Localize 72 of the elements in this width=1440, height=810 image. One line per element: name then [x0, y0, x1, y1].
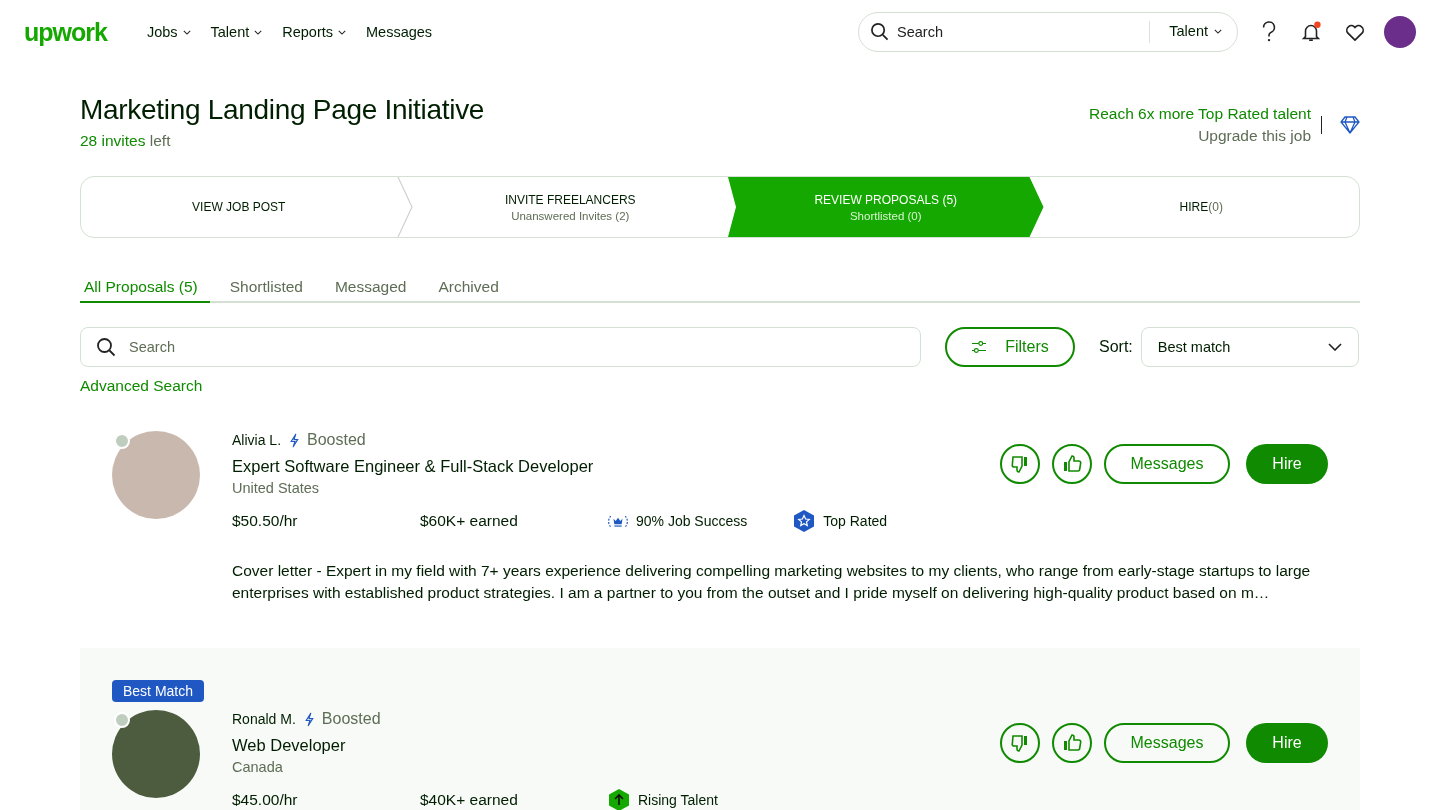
- tab[interactable]: All Proposals (5): [80, 274, 210, 303]
- diamond-icon: [1340, 116, 1360, 134]
- freelancer-title: Expert Software Engineer & Full-Stack Developer: [232, 457, 594, 476]
- thumbs-down-icon: [1010, 732, 1030, 753]
- sort-dropdown[interactable]: Best match: [1140, 327, 1359, 367]
- notifications-icon[interactable]: [1300, 21, 1322, 43]
- earnings-text: $60K+ earned: [420, 512, 519, 530]
- nav-menu-item[interactable]: Reports: [274, 20, 355, 44]
- lightning-icon: [289, 432, 300, 448]
- step[interactable]: REVIEW PROPOSALS (5) Shortlisted (0): [728, 177, 1044, 237]
- freelancer-name[interactable]: Alivia L.: [232, 432, 282, 448]
- step-divider: [396, 177, 413, 237]
- sort-label: Sort:: [1099, 338, 1133, 356]
- upgrade-text: Upgrade this job: [1198, 127, 1311, 145]
- caret-icon: [254, 29, 263, 35]
- messages-button[interactable]: Messages: [1104, 722, 1230, 763]
- badge-label: Rising Talent: [638, 792, 718, 808]
- badge-label: 90% Job Success: [636, 513, 748, 529]
- thumbs-down-button[interactable]: [1000, 443, 1040, 484]
- star-badge-icon: [793, 509, 816, 533]
- freelancer-name[interactable]: Ronald M.: [232, 711, 296, 727]
- cover-letter-text: Cover letter - Expert in my field with 7+ years experience delivering compelling marketing websites to my clients, who range from early-stage startups to large enterprises with established product strategies. I am a partner to you from the outset and I pride myself on delivering high-quality product based on m…: [232, 561, 1312, 603]
- proposal-search-field[interactable]: Search: [80, 327, 921, 367]
- thumbs-up-button[interactable]: [1052, 722, 1092, 763]
- search-scope-dropdown[interactable]: Talent: [1169, 21, 1222, 41]
- hourly-rate: $45.00/hr: [232, 791, 299, 809]
- logo[interactable]: upwork: [24, 17, 107, 47]
- tab[interactable]: Archived: [426, 274, 511, 303]
- advanced-search-link[interactable]: Advanced Search: [80, 377, 203, 395]
- upgrade-link[interactable]: Reach 6x more Top Rated talent: [1089, 105, 1311, 123]
- hourly-rate: $50.50/hr: [232, 512, 299, 530]
- hire-button[interactable]: Hire: [1246, 722, 1328, 763]
- thumbs-up-icon: [1062, 453, 1082, 474]
- filters-button[interactable]: Filters: [945, 327, 1075, 367]
- help-icon[interactable]: [1260, 21, 1278, 43]
- caret-icon: [182, 29, 191, 35]
- chevron-down-icon: [1327, 343, 1342, 351]
- thumbs-down-icon: [1010, 453, 1030, 474]
- step[interactable]: VIEW JOB POST: [81, 177, 397, 237]
- step[interactable]: INVITE FREELANCERS Unanswered Invites (2): [412, 177, 728, 237]
- thumbs-up-icon: [1062, 732, 1082, 753]
- badge-label: Top Rated: [823, 513, 888, 529]
- nav-menu-item[interactable]: Messages: [358, 20, 441, 44]
- nav-menu-item[interactable]: Jobs: [138, 20, 199, 44]
- job-title: Marketing Landing Page Initiative: [80, 94, 485, 126]
- heart-icon[interactable]: [1344, 22, 1366, 42]
- freelancer-title: Web Developer: [232, 736, 347, 755]
- step[interactable]: HIRE(0): [1043, 177, 1359, 237]
- status-dot: [114, 433, 130, 449]
- sliders-icon: [971, 340, 988, 354]
- tab[interactable]: Shortlisted: [217, 274, 315, 303]
- caret-icon: [1214, 28, 1222, 34]
- caret-icon: [338, 29, 347, 35]
- status-dot: [114, 712, 130, 728]
- location-text: Canada: [232, 759, 284, 775]
- lightning-icon: [303, 711, 314, 727]
- earnings-text: $40K+ earned: [420, 791, 519, 809]
- boosted-label: Boosted: [307, 431, 366, 449]
- best-match-badge: Best Match: [112, 680, 205, 702]
- hire-button[interactable]: Hire: [1246, 443, 1328, 484]
- location-text: United States: [232, 480, 321, 496]
- boosted-label: Boosted: [321, 710, 381, 728]
- tab[interactable]: Messaged: [322, 274, 419, 303]
- messages-button[interactable]: Messages: [1104, 443, 1230, 484]
- search-icon: [870, 22, 889, 41]
- invites-left-text: 28 invites left: [80, 132, 172, 150]
- thumbs-down-button[interactable]: [1000, 722, 1040, 763]
- thumbs-up-button[interactable]: [1052, 443, 1092, 484]
- search-icon: [96, 337, 116, 357]
- nav-menu-item[interactable]: Talent: [202, 20, 271, 44]
- user-avatar[interactable]: [1384, 16, 1416, 48]
- arrow-up-badge-icon: [608, 788, 630, 810]
